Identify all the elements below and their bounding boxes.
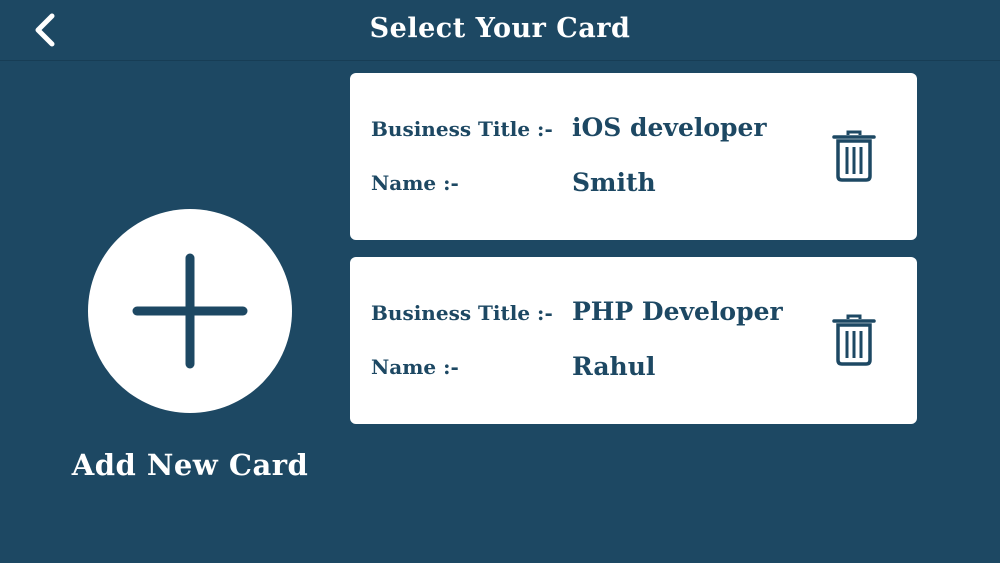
business-title-label: Business Title :- [371, 117, 553, 141]
business-card[interactable]: Business Title :- iOS developer Name :- … [350, 73, 917, 240]
add-new-card-button[interactable] [88, 209, 292, 413]
delete-card-button[interactable] [832, 313, 876, 367]
name-value: Smith [572, 168, 656, 197]
name-value: Rahul [572, 352, 656, 381]
trash-icon [832, 130, 876, 182]
plus-icon [132, 253, 248, 369]
business-title-label: Business Title :- [371, 301, 553, 325]
name-label: Name :- [371, 171, 459, 195]
name-label: Name :- [371, 355, 459, 379]
page-title: Select Your Card [369, 13, 631, 44]
nav-bar: Select Your Card [0, 0, 1000, 61]
add-new-card-label: Add New Card [71, 448, 309, 482]
business-title-value: iOS developer [572, 113, 767, 142]
trash-icon [832, 314, 876, 366]
business-card[interactable]: Business Title :- PHP Developer Name :- … [350, 257, 917, 424]
delete-card-button[interactable] [832, 129, 876, 183]
business-title-value: PHP Developer [572, 297, 783, 326]
